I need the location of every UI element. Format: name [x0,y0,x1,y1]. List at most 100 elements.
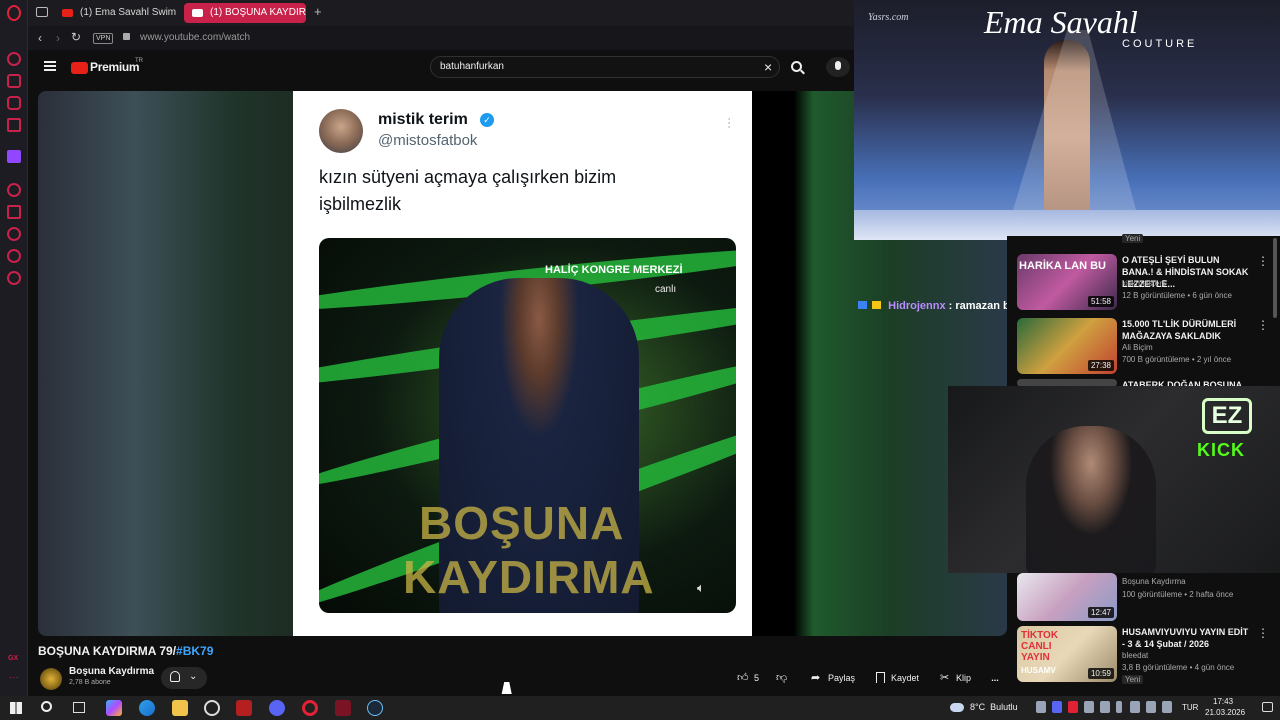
more-options-icon[interactable]: ⋮ [1257,254,1269,268]
tab-overview-icon[interactable] [36,7,48,17]
clock-time[interactable]: 17:43 [1213,697,1233,706]
windows-start-icon[interactable] [10,702,22,714]
video-meta: 3,8 B görüntüleme • 4 gün önce [1122,663,1235,672]
related-video[interactable]: TİKTOK CANLI YAYIN HUSAMV 10:59 HUSAMVIY… [1017,626,1279,684]
tray-icon[interactable] [1068,701,1078,713]
more-options-icon[interactable]: ⋮ [1257,318,1269,332]
back-icon[interactable]: ‹ [38,31,42,45]
chevron-down-icon: ⌄ [189,671,198,682]
tweet-handle: @mistosfatbok [378,132,478,149]
video-channel: Boşuna Kaydırma [1122,577,1186,586]
related-video[interactable]: Yeni [1017,232,1279,246]
messenger-icon[interactable] [7,74,21,88]
volume-icon[interactable] [1162,701,1172,713]
menu-icon[interactable] [44,61,56,71]
youtube-icon [192,9,203,17]
channel-name[interactable]: Boşuna Kaydırma [69,666,154,677]
more-actions-button[interactable]: ... [984,667,1006,689]
app-icon[interactable] [204,700,220,716]
history-icon[interactable] [7,227,21,241]
copilot-icon[interactable] [106,700,122,716]
thumb-caption: HARİKA LAN BU [1019,260,1106,272]
youtube-logo[interactable]: Premium TR [71,58,171,76]
notification-icon[interactable] [1262,702,1273,712]
tweet-more-icon: ··· [723,117,737,129]
speaker-icon[interactable]: 🔈︎ [697,580,717,596]
file-explorer-icon[interactable] [172,700,188,716]
tray-icon[interactable] [1100,701,1110,713]
search-box[interactable]: batuhanfurkan × [430,56,780,78]
subscribe-bell-button[interactable]: ⌄ [161,667,207,689]
chat-user: Hidrojennx [888,300,946,312]
steam-icon[interactable] [367,700,383,716]
weather-text[interactable]: 8°C Bulutlu [970,702,1018,712]
logo-superscript: TR [135,58,143,64]
tray-icon[interactable] [1084,701,1094,713]
clock-date[interactable]: 21.03.2026 [1205,708,1245,717]
video-thumbnail: HARİKA LAN BU 51:58 [1017,254,1117,310]
new-badge: Yeni [1122,675,1144,684]
tab-label: (1) Ema Savahl Swimwear [80,7,176,18]
kick-badge: KICK [1197,440,1245,460]
url-text[interactable]: www.youtube.com/watch [140,32,250,43]
discord-icon[interactable] [269,700,285,716]
aria-icon[interactable] [7,52,21,66]
settings-icon[interactable] [7,271,21,285]
tray-icon[interactable] [1036,701,1046,713]
wifi-icon[interactable] [1146,701,1156,713]
bookmarks-icon[interactable] [7,205,21,219]
player-icon[interactable] [7,183,21,197]
save-button[interactable]: Kaydet [869,667,927,689]
related-video[interactable]: 12:47 Boşuna Kaydırma 100 görüntüleme • … [1017,573,1279,623]
app-icon[interactable] [236,700,252,716]
channel-avatar[interactable] [40,668,62,690]
edge-icon[interactable] [139,700,155,716]
language-indicator[interactable]: TUR [1182,703,1198,712]
dislike-button[interactable]: 👎︎ [771,667,795,689]
related-video[interactable]: 27:38 15.000 TL'LİK DÜRÜMLERİ MAĞAZAYA S… [1017,318,1279,376]
runway-stream: Yasrs.com Ema Savahl COUTURE [854,0,1280,240]
microphone-tray-icon[interactable] [1116,701,1122,713]
instagram-icon[interactable] [7,96,21,110]
video-hashtag[interactable]: #BK79 [176,644,213,658]
video-meta-bar: BOŞUNA KAYDIRMA 79/#BK79 Boşuna Kaydırma… [28,636,1007,696]
x-icon[interactable] [7,118,21,132]
opera-gx-icon[interactable] [335,700,351,716]
twitch-icon[interactable] [7,150,21,163]
forward-icon[interactable]: › [56,31,60,45]
runway-brand: Ema Savahl [984,4,1138,40]
vpn-badge[interactable]: VPN [93,33,114,44]
new-tab-button[interactable]: + [314,4,322,19]
thumbs-up-icon: 👍︎ [737,672,749,684]
clear-search-icon[interactable]: × [764,59,772,75]
tab-ema-savahl[interactable]: (1) Ema Savahl Swimwear [54,3,176,23]
thumb-caption: TİKTOK [1021,630,1059,641]
tray-icon[interactable] [1130,701,1140,713]
more-options-icon[interactable]: ⋮ [1257,626,1269,640]
windows-taskbar: 8°C Bulutlu TUR 17:43 21.03.2026 [0,696,1280,720]
search-taskbar-icon[interactable] [41,701,52,712]
more-icon[interactable]: ··· [9,672,19,683]
like-button[interactable]: 👍︎ 5 [731,667,767,689]
extensions-icon[interactable] [7,249,21,263]
task-view-icon[interactable] [73,702,85,713]
reload-icon[interactable]: ↻ [71,30,81,44]
tab-bosuna-kaydirma[interactable]: (1) BOŞUNA KAYDIRMA [184,3,306,23]
tab-bar: (1) Ema Savahl Swimwear (1) BOŞUNA KAYDI… [28,0,854,26]
new-badge: Yeni [1122,234,1144,243]
search-input[interactable]: batuhanfurkan [440,61,504,72]
clip-button[interactable]: ✂ Klip [934,667,978,689]
video-thumbnail: 27:38 [1017,318,1117,374]
opera-icon[interactable] [302,700,318,716]
share-button[interactable]: ➦ Paylaş [806,667,862,689]
opera-logo-icon[interactable] [7,5,21,21]
microphone-icon[interactable] [826,57,850,77]
gif-overlay-subtitle: canlı [655,284,677,295]
tweet-name: mistik terim [378,111,468,128]
tray-icon[interactable] [1052,701,1062,713]
runway-brand-sub: COUTURE [1122,38,1198,50]
related-video[interactable]: HARİKA LAN BU 51:58 O ATEŞLİ ŞEYİ BULUN … [1017,254,1279,312]
thumbs-down-icon: 👎︎ [776,672,788,684]
gx-icon[interactable]: GX [8,655,18,662]
scrollbar[interactable] [1273,238,1277,318]
